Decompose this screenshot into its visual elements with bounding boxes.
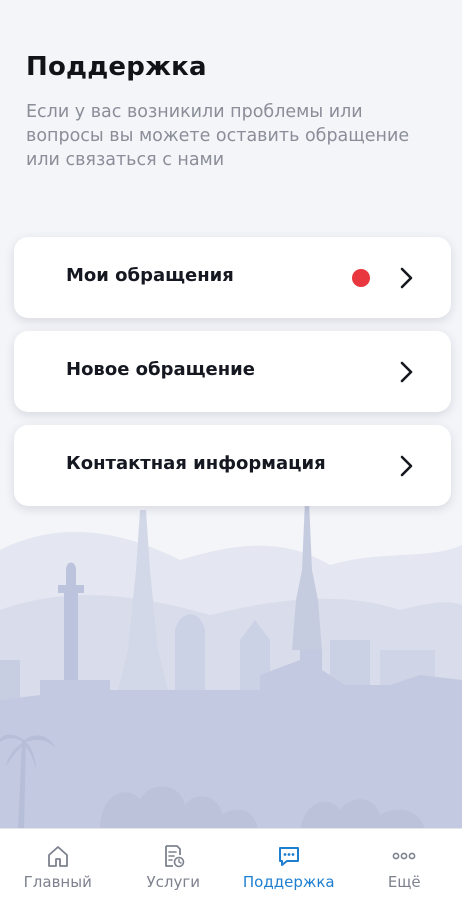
bottom-tab-bar: Главный Услуги Поддержка Ещё bbox=[0, 828, 462, 900]
new-request-label: Новое обращение bbox=[66, 359, 255, 380]
tab-more[interactable]: Ещё bbox=[347, 829, 462, 900]
chevron-right-icon bbox=[400, 455, 413, 477]
tab-support-label: Поддержка bbox=[242, 873, 335, 891]
support-menu: Мои обращения Новое обращение Контактная… bbox=[14, 237, 451, 519]
new-request-button[interactable]: Новое обращение bbox=[14, 331, 451, 412]
my-requests-button[interactable]: Мои обращения bbox=[14, 237, 451, 318]
page-title: Поддержка bbox=[26, 52, 207, 82]
tab-home-label: Главный bbox=[23, 873, 92, 891]
tab-home[interactable]: Главный bbox=[0, 829, 116, 900]
chevron-right-icon bbox=[400, 361, 413, 383]
services-document-icon bbox=[165, 845, 185, 868]
contact-info-button[interactable]: Контактная информация bbox=[14, 425, 451, 506]
chat-support-icon bbox=[278, 847, 299, 866]
support-screen: Поддержка Если у вас возникили проблемы … bbox=[0, 0, 462, 900]
contact-info-label: Контактная информация bbox=[66, 453, 326, 474]
tab-services[interactable]: Услуги bbox=[116, 829, 232, 900]
more-dots-icon bbox=[392, 852, 416, 860]
tab-support[interactable]: Поддержка bbox=[231, 829, 347, 900]
page-subtitle: Если у вас возникили проблемы или вопрос… bbox=[26, 102, 410, 170]
notification-dot bbox=[352, 269, 370, 287]
tab-more-label: Ещё bbox=[387, 873, 421, 891]
home-icon bbox=[47, 846, 68, 867]
my-requests-label: Мои обращения bbox=[66, 265, 234, 286]
chevron-right-icon bbox=[400, 267, 413, 289]
tab-services-label: Услуги bbox=[146, 873, 200, 891]
city-skyline-illustration bbox=[0, 500, 462, 830]
